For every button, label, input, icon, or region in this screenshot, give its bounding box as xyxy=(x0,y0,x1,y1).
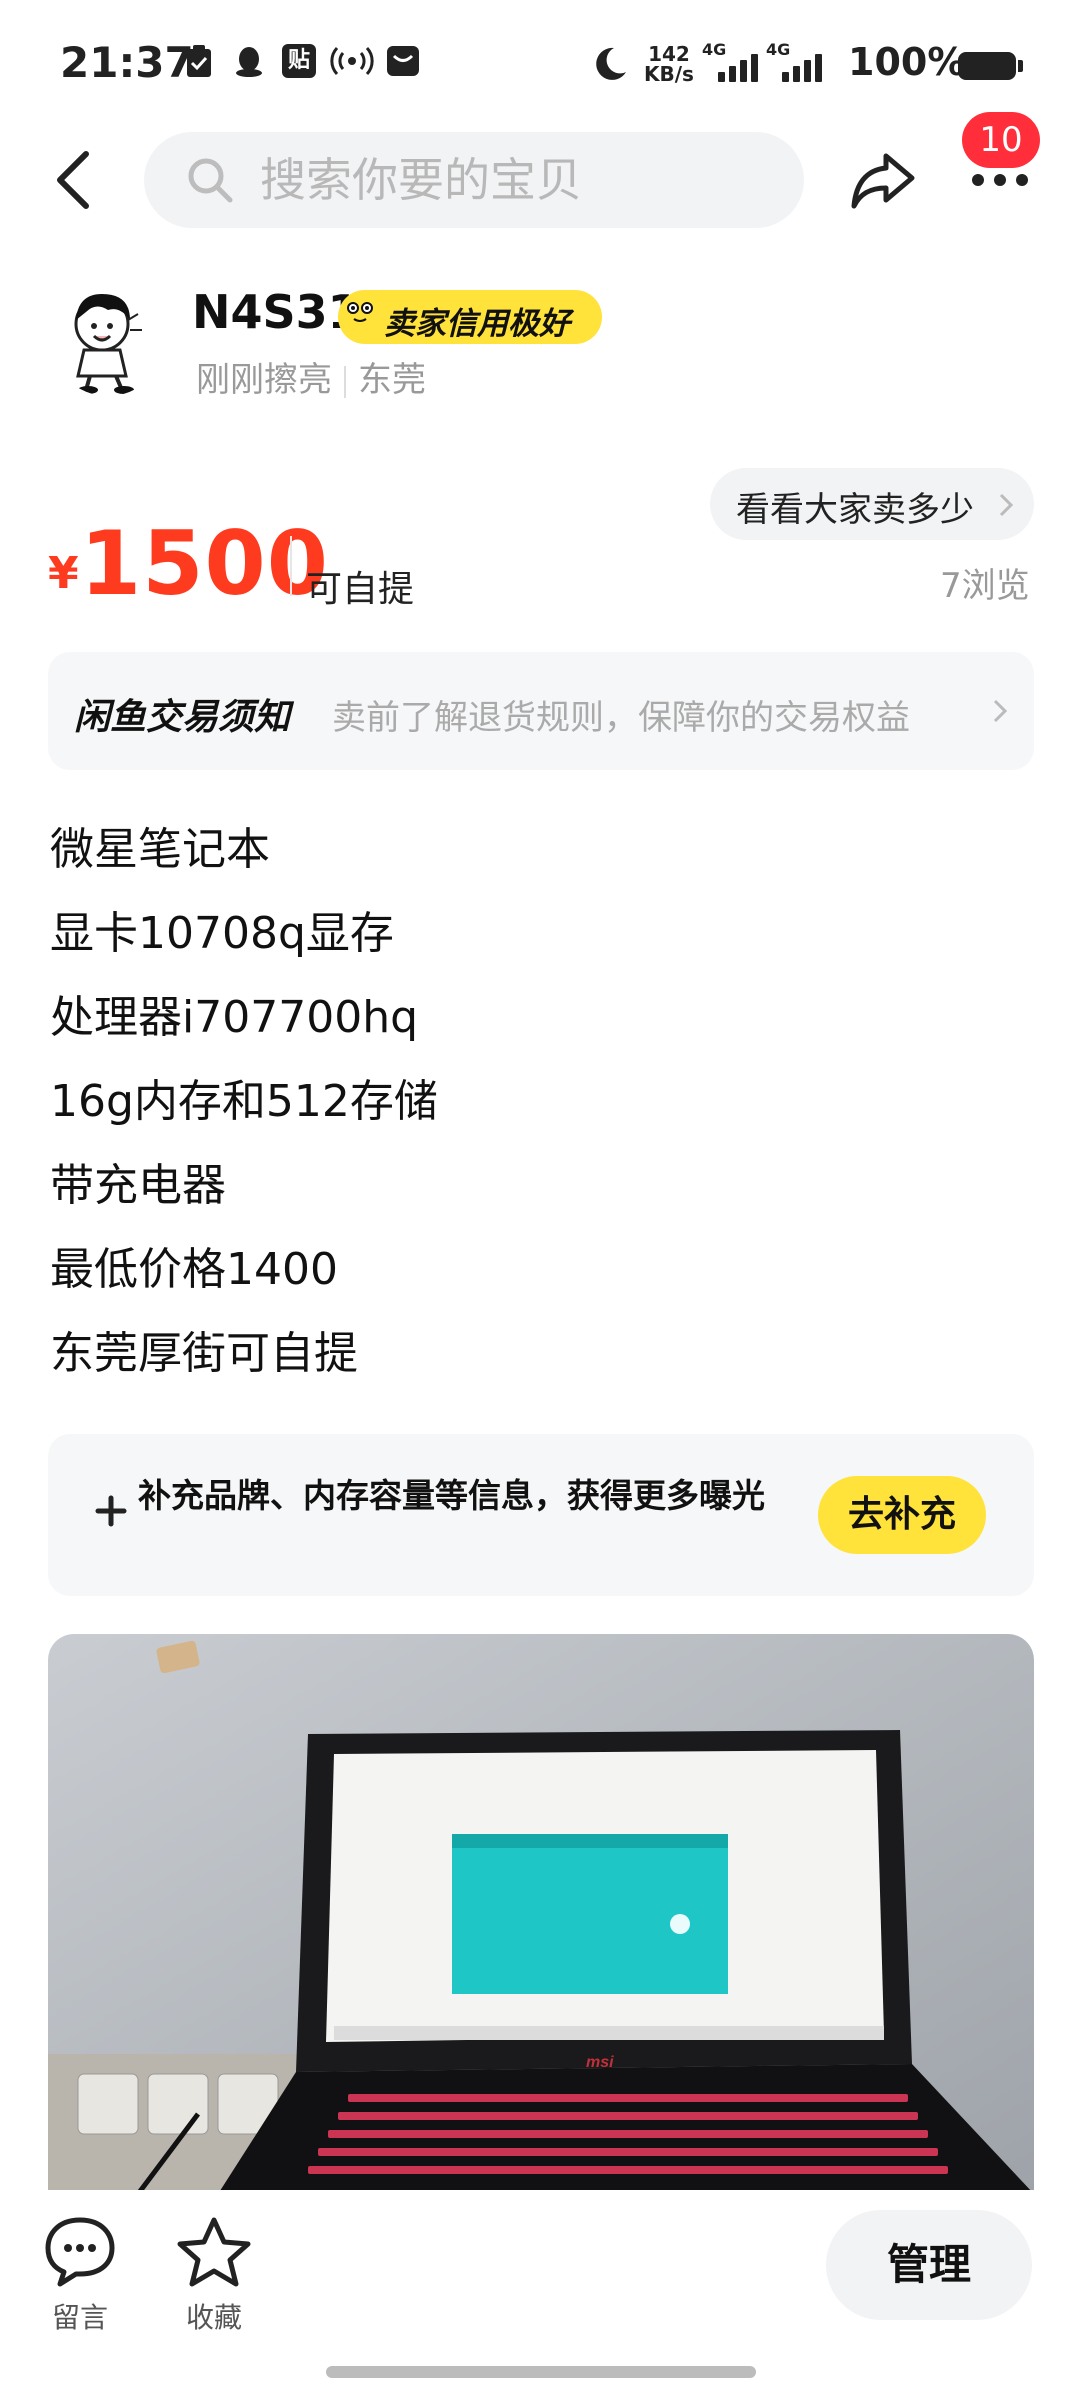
mail-icon xyxy=(386,44,420,78)
seller-name[interactable]: N4S31 xyxy=(192,285,360,339)
star-icon xyxy=(177,2217,251,2287)
search-placeholder: 搜索你要的宝贝 xyxy=(260,153,582,207)
status-bar: 21:37 贴 142 KB/s 4G 4G 100% xyxy=(0,0,1080,130)
favorite-label: 收藏 xyxy=(185,2301,242,2334)
item-photo[interactable]: msi xyxy=(48,1634,1034,2194)
chevron-right-icon xyxy=(993,699,1008,723)
status-time: 21:37 xyxy=(60,38,194,87)
supplement-button[interactable]: 去补充 xyxy=(818,1476,986,1554)
delivery-method: 可自提 xyxy=(306,569,415,610)
favorite-button[interactable]: 收藏 xyxy=(164,2212,264,2334)
price-currency: ¥ xyxy=(48,548,79,599)
net-speed-value: 142 xyxy=(648,42,690,66)
description-line: 16g内存和512存储 xyxy=(50,1076,438,1127)
description-line: 微星笔记本 xyxy=(50,824,270,875)
supplement-info-card: 补充品牌、内存容量等信息，获得更多曝光 去补充 xyxy=(48,1434,1034,1596)
trade-notice-banner[interactable]: 闲鱼交易须知 卖前了解退货规则，保障你的交易权益 xyxy=(48,652,1034,770)
avatar-illustration xyxy=(74,294,142,394)
notification-badge: 10 xyxy=(962,112,1040,168)
seller-meta: 刚刚擦亮 东莞 xyxy=(196,352,426,401)
comment-label: 留言 xyxy=(51,2301,108,2334)
credit-badge[interactable]: 卖家信用极好 xyxy=(338,290,602,344)
item-description: 微星笔记本 显卡10708q显存 处理器i707700hq 16g内存和512存… xyxy=(50,808,1030,1396)
see-market-price-button[interactable]: 看看大家卖多少 xyxy=(710,468,1034,540)
search-input[interactable]: 搜索你要的宝贝 xyxy=(144,132,804,228)
manage-button[interactable]: 管理 xyxy=(826,2210,1032,2320)
laptop-photo-illustration: msi xyxy=(48,1634,1034,2194)
signal-bars-1 xyxy=(718,52,758,82)
moon-icon xyxy=(590,44,630,80)
smiley-fish-icon xyxy=(342,294,378,330)
signal-bars-2 xyxy=(782,52,822,82)
comment-button[interactable]: 留言 xyxy=(30,2212,130,2334)
net-speed-unit: KB/s xyxy=(644,62,694,86)
more-dots-icon xyxy=(972,174,1028,186)
view-count: 7浏览 xyxy=(940,566,1030,606)
description-line: 处理器i707700hq xyxy=(50,992,419,1043)
laptop-brand-logo: msi xyxy=(586,2054,614,2071)
credit-badge-label: 卖家信用极好 xyxy=(384,306,570,342)
trade-notice-title: 闲鱼交易须知 xyxy=(74,697,291,738)
description-line: 带充电器 xyxy=(50,1160,226,1211)
meta-divider xyxy=(344,365,346,398)
plus-icon xyxy=(95,1495,127,1527)
price-divider xyxy=(290,536,292,596)
seller-avatar[interactable] xyxy=(50,280,166,396)
tie-icon: 贴 xyxy=(282,44,316,78)
chevron-right-icon xyxy=(999,493,1014,517)
chat-bubble-icon xyxy=(45,2217,115,2287)
seller-active-status: 刚刚擦亮 xyxy=(196,360,332,400)
seller-location: 东莞 xyxy=(358,360,426,400)
description-line: 东莞厚街可自提 xyxy=(50,1328,358,1379)
search-icon xyxy=(188,158,233,203)
share-arrow-icon xyxy=(851,153,915,209)
trade-notice-description: 卖前了解退货规则，保障你的交易权益 xyxy=(332,698,910,738)
battery-percent: 100% xyxy=(848,40,966,84)
hotspot-icon xyxy=(330,44,374,78)
clipboard-check-icon xyxy=(182,44,216,78)
back-button[interactable] xyxy=(50,148,98,212)
battery-icon xyxy=(958,52,1023,80)
net-speed: 142 KB/s xyxy=(644,44,694,84)
see-market-price-label: 看看大家卖多少 xyxy=(736,490,974,530)
chevron-left-icon xyxy=(57,151,89,209)
supplement-text: 补充品牌、内存容量等信息，获得更多曝光 xyxy=(138,1476,765,1515)
description-line: 显卡10708q显存 xyxy=(50,908,394,959)
share-button[interactable] xyxy=(846,144,918,216)
qq-icon xyxy=(232,44,266,78)
bottom-action-bar: 留言 收藏 管理 xyxy=(0,2190,1080,2400)
description-line: 最低价格1400 xyxy=(50,1244,338,1295)
home-indicator[interactable] xyxy=(326,2366,756,2378)
